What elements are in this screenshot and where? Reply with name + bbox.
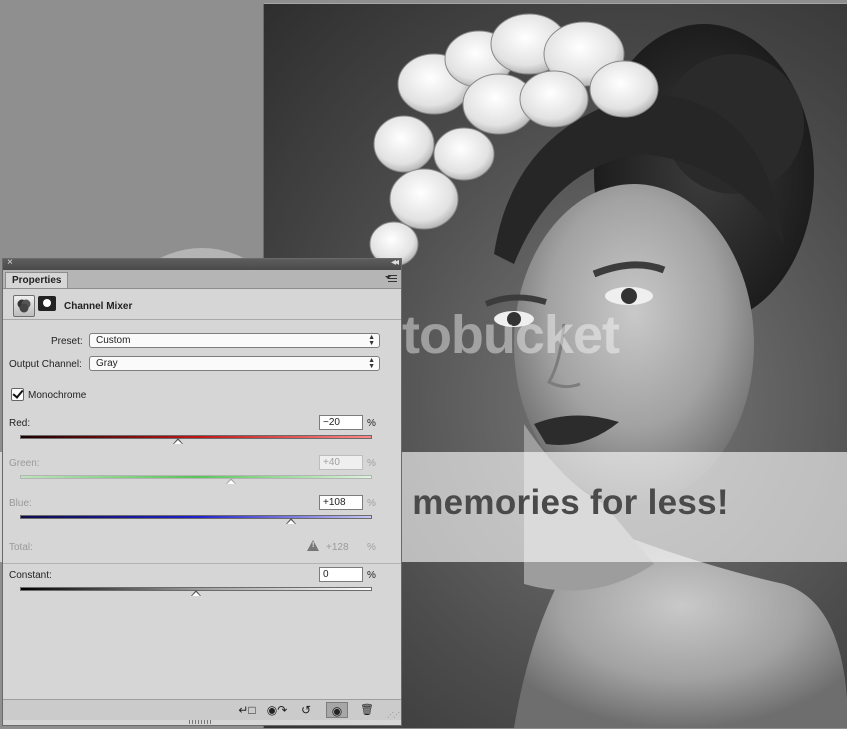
select-arrows-icon: ▲ ▼: [368, 334, 375, 347]
output-channel-label: Output Channel:: [9, 359, 82, 370]
reset-icon: ↺: [300, 703, 312, 717]
blue-value-input[interactable]: +108: [319, 495, 363, 510]
constant-value-input[interactable]: 0: [319, 567, 363, 582]
delete-button[interactable]: 🗑: [356, 702, 378, 718]
blue-slider-track[interactable]: [20, 515, 372, 519]
monochrome-checkbox[interactable]: [11, 388, 24, 401]
total-value: +128: [326, 542, 349, 553]
red-percent-unit: %: [367, 418, 376, 429]
constant-percent-unit: %: [367, 570, 376, 581]
red-value-input[interactable]: −20: [319, 415, 363, 430]
total-percent-unit: %: [367, 542, 376, 553]
view-previous-state-button[interactable]: ◉↷: [266, 702, 288, 718]
visibility-toggle-button[interactable]: ◉: [326, 702, 348, 718]
green-percent-unit: %: [367, 458, 376, 469]
blue-percent-unit: %: [367, 498, 376, 509]
clip-to-layer-icon: ↵□: [238, 703, 256, 717]
tab-properties[interactable]: Properties: [5, 272, 69, 288]
collapse-panel-icon[interactable]: ◂◂: [391, 257, 399, 268]
visibility-eye-icon: ◉: [331, 704, 343, 718]
reset-button[interactable]: ↺: [295, 702, 317, 718]
view-previous-state-icon: ◉↷: [266, 703, 288, 717]
output-channel-select[interactable]: Gray ▲ ▼: [89, 356, 380, 371]
trash-icon: 🗑: [360, 704, 374, 716]
adjustment-header: Channel Mixer: [3, 289, 401, 320]
panel-menu-icon[interactable]: [385, 273, 397, 283]
red-label: Red:: [9, 418, 31, 429]
preset-label: Preset:: [51, 336, 83, 347]
close-panel-icon[interactable]: ×: [7, 257, 13, 268]
clip-to-layer-button[interactable]: ↵□: [236, 702, 258, 718]
panel-tab-row: Properties: [3, 270, 401, 289]
total-label: Total:: [9, 542, 33, 553]
panel-title-bar: × ◂◂: [3, 257, 401, 270]
preset-select[interactable]: Custom ▲ ▼: [89, 333, 380, 348]
blue-label: Blue:: [9, 498, 32, 509]
output-channel-value: Gray: [96, 358, 118, 369]
preset-value: Custom: [96, 335, 131, 346]
select-arrows-icon: ▲ ▼: [368, 357, 375, 370]
green-label: Green:: [9, 458, 40, 469]
panel-resize-handle[interactable]: [189, 720, 213, 724]
divider: [3, 563, 401, 564]
green-slider-track[interactable]: [20, 475, 372, 479]
monochrome-label: Monochrome: [28, 390, 87, 401]
green-value-input[interactable]: +40: [319, 455, 363, 470]
layer-mask-icon[interactable]: [38, 296, 56, 311]
resize-grip-icon[interactable]: ⋰⋰: [387, 711, 400, 719]
warning-icon: !: [307, 540, 319, 551]
adjustment-title: Channel Mixer: [64, 301, 133, 312]
constant-label: Constant:: [9, 570, 52, 581]
channel-mixer-icon[interactable]: [13, 295, 35, 317]
red-slider-track[interactable]: [20, 435, 372, 439]
properties-panel: × ◂◂ Properties Channel Mixer Preset: Cu…: [2, 257, 402, 726]
panel-footer: ↵□ ◉↷ ↺ ◉ 🗑 ⋰⋰: [3, 699, 401, 720]
